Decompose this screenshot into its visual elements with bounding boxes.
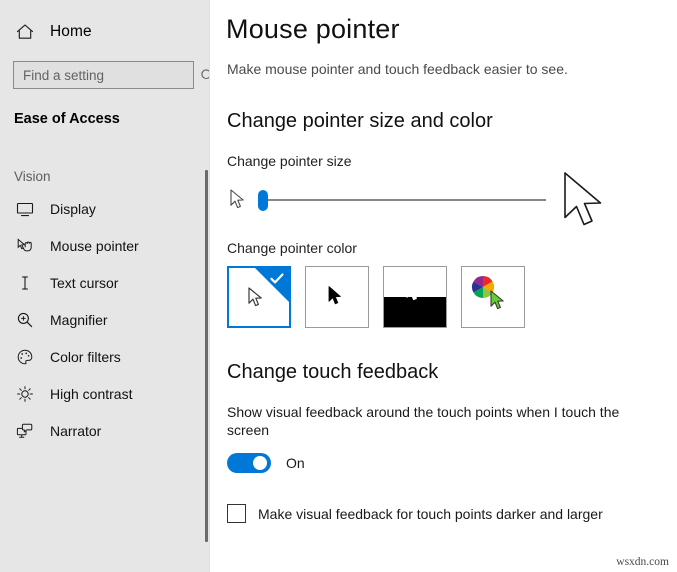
large-pointer-preview-icon: [559, 168, 615, 239]
sidebar-scrollbar[interactable]: [205, 170, 208, 542]
magnifier-icon: [14, 309, 36, 331]
toggle-knob: [253, 456, 267, 470]
brightness-icon: [14, 383, 36, 405]
sidebar-item-display[interactable]: Display: [0, 190, 210, 227]
home-label: Home: [50, 23, 92, 40]
darker-larger-checkbox[interactable]: [227, 504, 246, 523]
watermark: wsxdn.com: [616, 556, 669, 568]
sidebar-item-label: Color filters: [50, 348, 121, 365]
small-pointer-preview-icon: [229, 188, 251, 219]
sidebar-category-title: Ease of Access: [14, 111, 120, 127]
sidebar-item-text-cursor[interactable]: Text cursor: [0, 264, 210, 301]
darker-larger-checkbox-row: Make visual feedback for touch points da…: [227, 504, 677, 523]
page-title: Mouse pointer: [226, 14, 400, 44]
search-input[interactable]: [23, 62, 200, 88]
page-subtitle: Make mouse pointer and touch feedback ea…: [227, 61, 568, 77]
sidebar-item-home[interactable]: Home: [14, 17, 210, 47]
sidebar-item-label: Text cursor: [50, 274, 119, 291]
green-pointer-glyph: [489, 289, 511, 320]
pointer-size-label: Change pointer size: [227, 153, 352, 169]
white-pointer-glyph: [247, 286, 269, 317]
pointer-size-thumb[interactable]: [258, 190, 268, 211]
mouse-pointer-icon: [14, 235, 36, 257]
settings-window: Home Ease of Access Vision: [0, 0, 677, 572]
home-icon: [14, 21, 36, 43]
sidebar-item-label: Narrator: [50, 422, 102, 439]
sidebar-item-high-contrast[interactable]: High contrast: [0, 375, 210, 412]
sidebar-group-label: Vision: [14, 169, 51, 184]
text-cursor-icon: [14, 272, 36, 294]
narrator-icon: [14, 420, 36, 442]
main-content: Mouse pointer Make mouse pointer and tou…: [210, 0, 677, 572]
pointer-color-option-black[interactable]: [305, 266, 369, 328]
sidebar: Home Ease of Access Vision: [0, 0, 215, 572]
black-pointer-glyph: [327, 285, 347, 314]
pointer-size-slider-row: [227, 172, 627, 226]
sidebar-item-mouse-pointer[interactable]: Mouse pointer: [0, 227, 210, 264]
pointer-color-swatches: [227, 266, 677, 328]
touch-feedback-toggle[interactable]: [227, 453, 271, 473]
sidebar-item-label: Magnifier: [50, 311, 108, 328]
section-heading-touch-feedback: Change touch feedback: [227, 361, 439, 383]
pointer-color-option-custom[interactable]: [461, 266, 525, 328]
sidebar-item-magnifier[interactable]: Magnifier: [0, 301, 210, 338]
sidebar-item-label: Mouse pointer: [50, 237, 139, 254]
toggle-state-label: On: [286, 455, 305, 471]
sidebar-item-narrator[interactable]: Narrator: [0, 412, 210, 449]
inverted-pointer-glyph: [405, 280, 427, 311]
pointer-size-track[interactable]: [259, 199, 546, 201]
darker-larger-checkbox-label: Make visual feedback for touch points da…: [258, 505, 603, 522]
sidebar-item-color-filters[interactable]: Color filters: [0, 338, 210, 375]
monitor-icon: [14, 198, 36, 220]
search-box[interactable]: [13, 61, 215, 89]
check-icon: [269, 271, 285, 287]
pointer-color-option-white[interactable]: [227, 266, 291, 328]
touch-feedback-toggle-row: On: [227, 453, 677, 473]
sidebar-nav-list: Display Mouse pointer Text cursor Magnif…: [0, 190, 210, 449]
pointer-color-option-inverted[interactable]: [383, 266, 447, 328]
section-heading-pointer-size-color: Change pointer size and color: [227, 110, 493, 132]
palette-icon: [14, 346, 36, 368]
sidebar-item-label: High contrast: [50, 385, 133, 402]
touch-feedback-description: Show visual feedback around the touch po…: [227, 404, 620, 438]
sidebar-item-label: Display: [50, 200, 96, 217]
pointer-color-label: Change pointer color: [227, 240, 357, 256]
